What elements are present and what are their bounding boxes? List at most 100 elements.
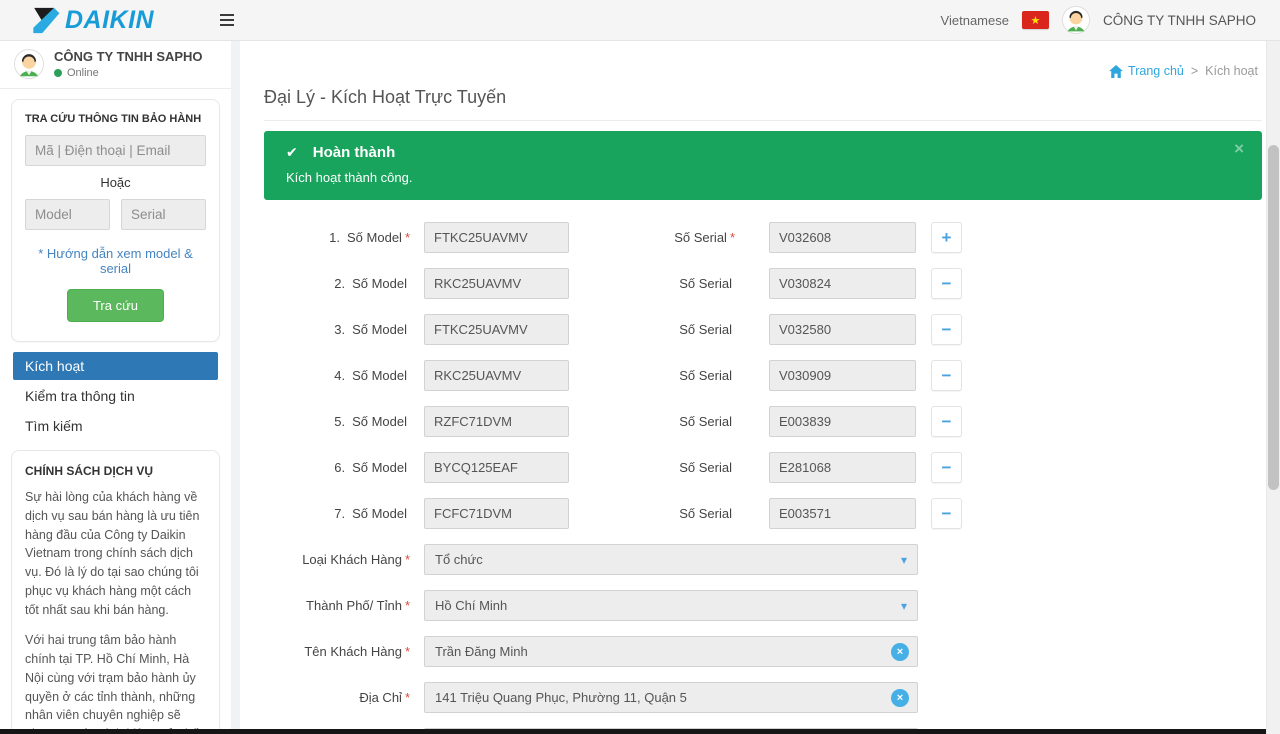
- screen: DAIKIN Vietnamese ★ CÔNG TY TNHH SAPHO: [0, 0, 1280, 734]
- dropdown-caret-icon[interactable]: ▾: [901, 599, 907, 613]
- online-status-label: Online: [67, 67, 99, 79]
- serial-input[interactable]: [769, 452, 916, 483]
- model-serial-rows: 1.Số Model* Số Serial* + 2.Số Model Số S…: [264, 222, 1262, 529]
- remove-row-button[interactable]: −: [931, 360, 962, 391]
- add-row-button[interactable]: +: [931, 222, 962, 253]
- field-control[interactable]: Trần Đăng Minh ×: [424, 636, 918, 667]
- sidebar-nav-item-label: Kiểm tra thông tin: [25, 388, 135, 404]
- serial-input[interactable]: [769, 314, 916, 345]
- field-value: Hồ Chí Minh: [435, 598, 507, 613]
- serial-label: Số Serial: [569, 276, 735, 291]
- main-content: Trang chủ > Kích hoạt Đại Lý - Kích Hoạt…: [240, 41, 1280, 734]
- daikin-logo[interactable]: DAIKIN: [30, 6, 210, 35]
- serial-label: Số Serial*: [569, 230, 735, 245]
- field-value: 141 Triệu Quang Phục, Phường 11, Quận 5: [435, 690, 687, 705]
- policy-title: CHÍNH SÁCH DỊCH VỤ: [25, 464, 206, 478]
- lookup-button[interactable]: Tra cứu: [67, 289, 164, 322]
- dropdown-caret-icon[interactable]: ▾: [901, 553, 907, 567]
- required-mark: *: [730, 230, 735, 245]
- field-label-text: Thành Phố/ Tỉnh: [306, 598, 402, 613]
- lookup-serial-input[interactable]: [121, 199, 206, 230]
- serial-label: Số Serial: [569, 506, 735, 521]
- serial-label: Số Serial: [569, 460, 735, 475]
- model-label: 3.Số Model: [264, 322, 410, 337]
- brand-text: DAIKIN: [65, 6, 154, 35]
- breadcrumb: Trang chủ > Kích hoạt: [1109, 64, 1258, 78]
- breadcrumb-home-link[interactable]: Trang chủ: [1109, 64, 1184, 78]
- serial-label-text: Số Serial: [679, 414, 732, 429]
- alert-close-icon[interactable]: ×: [1234, 140, 1244, 157]
- breadcrumb-home-label: Trang chủ: [1128, 64, 1184, 78]
- sidebar-avatar: [14, 49, 44, 79]
- model-label-text: Số Model: [352, 414, 407, 429]
- row-index: 3.: [334, 322, 345, 337]
- serial-label-text: Số Serial: [679, 322, 732, 337]
- model-serial-guide-link[interactable]: * Hướng dẫn xem model & serial: [25, 246, 206, 276]
- remove-row-button[interactable]: −: [931, 452, 962, 483]
- online-status: Online: [54, 67, 203, 79]
- sidebar-user-name: CÔNG TY TNHH SAPHO: [54, 49, 203, 64]
- model-serial-row: 2.Số Model Số Serial −: [264, 268, 1262, 299]
- model-input[interactable]: [424, 268, 569, 299]
- scrollbar-thumb[interactable]: [1268, 145, 1279, 490]
- model-serial-row: 1.Số Model* Số Serial* +: [264, 222, 1262, 253]
- model-input[interactable]: [424, 452, 569, 483]
- scrollbar[interactable]: [1266, 41, 1280, 734]
- field-control[interactable]: Hồ Chí Minh ▾: [424, 590, 918, 621]
- sidebar-nav-item[interactable]: Tìm kiếm: [13, 412, 218, 440]
- model-input[interactable]: [424, 360, 569, 391]
- serial-input[interactable]: [769, 222, 916, 253]
- user-avatar[interactable]: [1062, 6, 1090, 34]
- lookup-title: TRA CỨU THÔNG TIN BẢO HÀNH: [25, 113, 206, 125]
- serial-label: Số Serial: [569, 322, 735, 337]
- serial-input[interactable]: [769, 406, 916, 437]
- clear-field-icon[interactable]: ×: [891, 689, 909, 707]
- model-serial-row: 4. Số Model Số Serial −: [264, 360, 1262, 391]
- topbar: DAIKIN Vietnamese ★ CÔNG TY TNHH SAPHO: [0, 0, 1280, 41]
- serial-input[interactable]: [769, 498, 916, 529]
- customer-field-row: Thành Phố/ Tỉnh* Hồ Chí Minh ▾: [264, 590, 1262, 621]
- clear-field-icon[interactable]: ×: [891, 643, 909, 661]
- model-label-text: Số Model: [352, 368, 407, 383]
- sidebar-nav-item[interactable]: Kiểm tra thông tin: [13, 382, 218, 410]
- field-control[interactable]: Tổ chức ▾: [424, 544, 918, 575]
- remove-row-button[interactable]: −: [931, 268, 962, 299]
- vietnam-flag-icon[interactable]: ★: [1022, 11, 1049, 29]
- sidebar-nav-item[interactable]: Kích hoạt: [13, 352, 218, 380]
- serial-input[interactable]: [769, 268, 916, 299]
- required-mark: *: [405, 644, 410, 659]
- field-label: Địa Chỉ*: [264, 690, 410, 705]
- daikin-logo-icon: [30, 7, 60, 34]
- remove-row-button[interactable]: −: [931, 406, 962, 437]
- header-user-name[interactable]: CÔNG TY TNHH SAPHO: [1103, 13, 1256, 28]
- model-serial-row: 6.Số Model Số Serial −: [264, 452, 1262, 483]
- sidebar: CÔNG TY TNHH SAPHO Online TRA CỨU THÔNG …: [0, 41, 240, 734]
- model-input[interactable]: [424, 406, 569, 437]
- serial-label: Số Serial: [569, 368, 735, 383]
- lookup-model-input[interactable]: [25, 199, 110, 230]
- model-label-text: Số Model: [347, 230, 402, 245]
- model-label: 6.Số Model: [264, 460, 410, 475]
- online-dot-icon: [54, 69, 62, 77]
- serial-label-text: Số Serial: [679, 460, 732, 475]
- row-index: 4.: [334, 368, 345, 383]
- model-input[interactable]: [424, 498, 569, 529]
- remove-row-button[interactable]: −: [931, 314, 962, 345]
- serial-input[interactable]: [769, 360, 916, 391]
- model-label-text: Số Model: [352, 506, 407, 521]
- breadcrumb-current: Kích hoạt: [1205, 64, 1258, 78]
- topbar-right: Vietnamese ★ CÔNG TY TNHH SAPHO: [941, 6, 1256, 34]
- page-title: Đại Lý - Kích Hoạt Trực Tuyến: [264, 87, 1262, 121]
- breadcrumb-separator: >: [1191, 64, 1198, 78]
- remove-row-button[interactable]: −: [931, 498, 962, 529]
- or-label: Hoặc: [25, 175, 206, 190]
- field-label: Loại Khách Hàng*: [264, 552, 410, 567]
- field-control[interactable]: 141 Triệu Quang Phục, Phường 11, Quận 5 …: [424, 682, 918, 713]
- lookup-code-input[interactable]: [25, 135, 206, 166]
- required-mark: *: [405, 598, 410, 613]
- hamburger-menu-icon[interactable]: [216, 7, 238, 33]
- model-label-text: Số Model: [352, 276, 407, 291]
- model-input[interactable]: [424, 314, 569, 345]
- model-input[interactable]: [424, 222, 569, 253]
- language-selector[interactable]: Vietnamese: [941, 13, 1009, 28]
